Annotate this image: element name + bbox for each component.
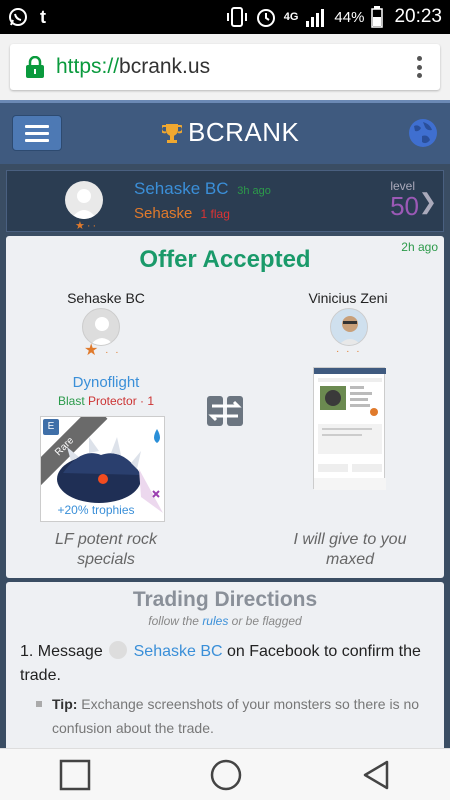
left-user-name[interactable]: Sehaske BC: [6, 290, 206, 306]
rating-stars: ★··: [75, 220, 99, 232]
globe-icon[interactable]: [408, 118, 438, 148]
bullet-icon: [36, 701, 42, 707]
brand-name: BCRANK: [188, 117, 300, 147]
recent-apps-icon[interactable]: [59, 759, 91, 791]
trophy-bonus: +20% trophies: [57, 503, 135, 517]
home-icon[interactable]: [209, 758, 243, 792]
user-profile-row[interactable]: ★·· Sehaske BC 3h ago Sehaske 1 flag lev…: [6, 170, 444, 232]
battery-percent: 44%: [334, 8, 365, 26]
monster-card[interactable]: Rare E +20% trophies: [40, 416, 165, 522]
alarm-icon: [256, 9, 275, 27]
chevron-right-icon[interactable]: ❯: [419, 189, 437, 215]
directions-subtitle: follow the rules or be flagged: [148, 614, 302, 628]
direction-step-1: 1. Message Sehaske BC on Facebook to con…: [20, 641, 421, 684]
monster-traits: Blast Protector · 1: [57, 394, 155, 408]
brand-logo[interactable]: BCRANK: [162, 117, 299, 148]
trading-directions-card: Trading Directions follow the rules or b…: [6, 582, 444, 752]
trophy-icon: [162, 123, 182, 143]
left-user-rating: ★ · ·: [84, 342, 121, 359]
directions-title: Trading Directions: [132, 588, 318, 611]
browser-toolbar: https://bcrank.us: [0, 34, 450, 100]
address-bar[interactable]: https://bcrank.us: [10, 44, 440, 90]
rules-link[interactable]: rules: [202, 614, 228, 628]
status-bar: t 4G 44% 20:23: [0, 0, 450, 34]
left-user-note: LF potent rock specials: [55, 531, 157, 568]
offer-screenshot-image[interactable]: [313, 367, 386, 490]
profile-time-ago: 3h ago: [237, 185, 271, 197]
app-header: BCRANK: [0, 100, 450, 164]
url-text[interactable]: https://bcrank.us: [56, 55, 210, 79]
signal-icon: [306, 9, 325, 27]
talk-app-icon: t: [40, 6, 46, 27]
swap-trade-icon: [207, 396, 243, 426]
battery-icon: [371, 6, 384, 28]
offer-status-title: Offer Accepted: [139, 246, 311, 273]
user-photo: [331, 309, 367, 345]
user-placeholder-icon: [71, 189, 97, 219]
right-user-note: I will give to you maxed: [293, 531, 407, 568]
step-user-link[interactable]: Sehaske BC: [134, 643, 223, 660]
screenshot-thumbnail: [314, 368, 386, 490]
right-user-name[interactable]: Vinicius Zeni: [248, 290, 448, 306]
profile-name-link[interactable]: Sehaske BC: [134, 179, 229, 198]
monster-name-link[interactable]: Dynoflight: [6, 374, 206, 391]
hamburger-menu-button[interactable]: [12, 115, 62, 151]
offer-card: 2h ago Offer Accepted Sehaske BC Viniciu…: [6, 236, 444, 578]
user-mini-avatar: [109, 641, 128, 659]
avatar[interactable]: [65, 181, 103, 219]
right-user-rating: · · ·: [336, 346, 362, 357]
back-icon[interactable]: [361, 759, 391, 791]
profile-alt-name: Sehaske: [134, 205, 193, 222]
system-nav-bar: [0, 748, 450, 800]
network-type: 4G: [283, 11, 299, 23]
lock-icon: [26, 56, 44, 78]
right-user-avatar[interactable]: [330, 308, 368, 346]
tip-note: Tip: Exchange screenshots of your monste…: [36, 692, 432, 740]
level-value: 50: [390, 191, 419, 221]
browser-menu-icon[interactable]: [416, 56, 422, 78]
clock: 20:23: [394, 6, 442, 27]
vibrate-icon: [226, 7, 247, 27]
flag-count: 1 flag: [200, 207, 230, 221]
whatsapp-icon: [9, 8, 27, 26]
